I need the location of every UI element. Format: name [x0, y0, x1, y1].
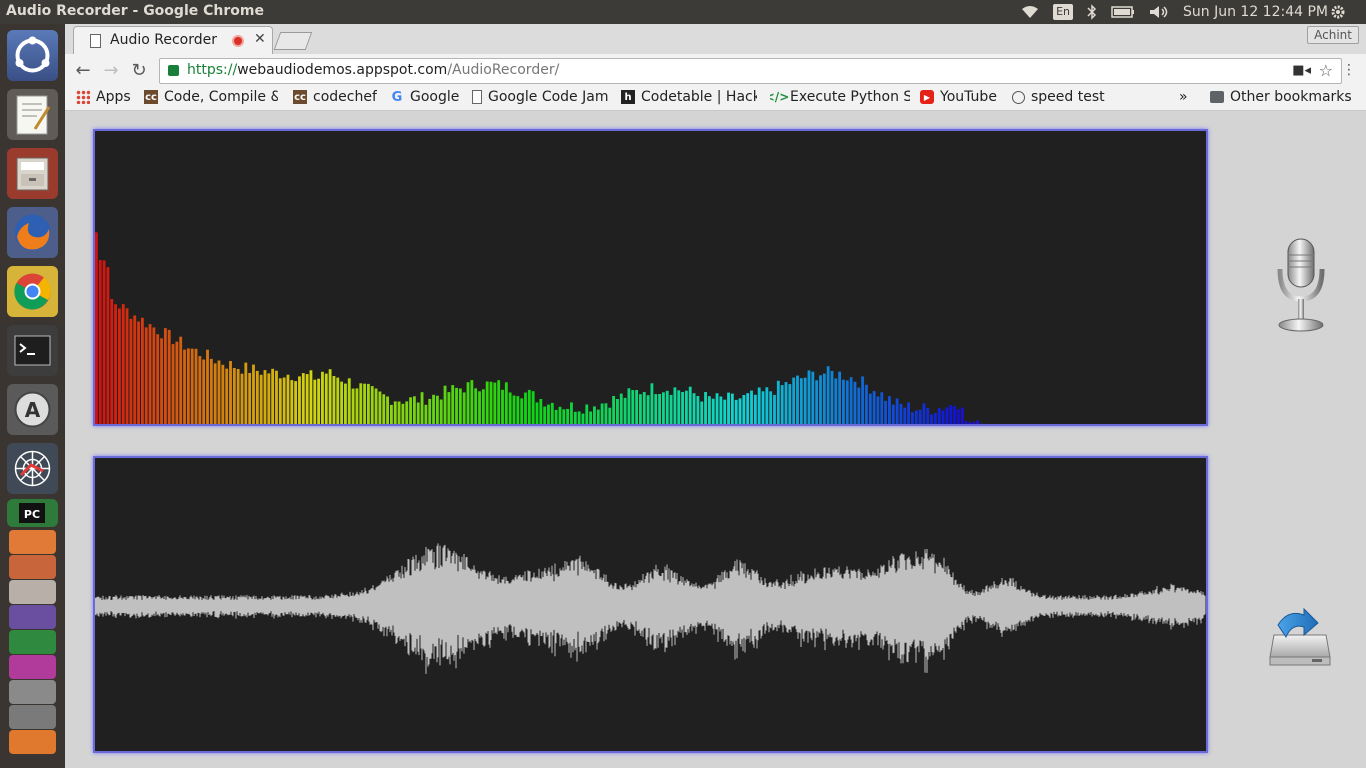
- bookmarks-overflow-button[interactable]: »: [1179, 89, 1188, 105]
- software-updater-icon[interactable]: A: [7, 384, 58, 435]
- close-tab-icon[interactable]: ✕: [254, 31, 266, 47]
- keyboard-language-indicator[interactable]: En: [1053, 4, 1073, 20]
- recording-indicator-icon: [232, 35, 244, 47]
- bookmark-speed-test[interactable]: speed test: [1012, 89, 1105, 105]
- save-download-icon: [1269, 607, 1331, 666]
- code-icon: </>: [770, 90, 790, 104]
- new-tab-button[interactable]: [273, 32, 313, 50]
- bookmark-apps[interactable]: Apps: [76, 89, 131, 105]
- files-icon[interactable]: [7, 148, 58, 199]
- bookmark-google[interactable]: G Google: [390, 89, 460, 105]
- youtube-icon: ▶: [920, 90, 934, 104]
- stacked-app-9-icon[interactable]: [9, 730, 56, 754]
- stacked-app-4-icon[interactable]: [9, 605, 56, 629]
- lock-icon[interactable]: [168, 65, 179, 76]
- menu-icon[interactable]: ⋮: [1342, 62, 1356, 78]
- stacked-app-5-icon[interactable]: [9, 630, 56, 654]
- reload-button[interactable]: ↻: [128, 60, 150, 81]
- bookmark-codetable[interactable]: h Codetable | Hacke: [621, 89, 757, 105]
- bookmark-google-code-jam[interactable]: Google Code Jam: [472, 89, 608, 105]
- bookmark-code-compile[interactable]: cc Code, Compile &: [144, 89, 278, 105]
- gear-icon[interactable]: [1330, 4, 1346, 20]
- system-top-bar: Audio Recorder - Google Chrome En Sun Ju…: [0, 0, 1366, 24]
- apps-grid-icon: [76, 90, 90, 104]
- wifi-icon[interactable]: [1021, 5, 1039, 19]
- bookmark-execute-python[interactable]: </> Execute Python S: [770, 89, 910, 105]
- bookmark-codechef[interactable]: cc codechef: [293, 89, 377, 105]
- url-text[interactable]: https://webaudiodemos.appspot.com/AudioR…: [187, 62, 559, 78]
- text-editor-icon[interactable]: [7, 89, 58, 140]
- codechef-icon: cc: [293, 90, 307, 104]
- profile-button[interactable]: Achint: [1307, 26, 1359, 44]
- star-icon[interactable]: ☆: [1319, 61, 1333, 80]
- camera-icon[interactable]: ■◂: [1292, 63, 1311, 78]
- gauge-icon: [1012, 90, 1025, 104]
- pycharm-icon[interactable]: PC: [7, 499, 58, 527]
- chrome-icon[interactable]: [7, 266, 58, 317]
- browser-window: Audio Recorder ✕ Achint ← → ↻ https://we…: [65, 24, 1366, 768]
- tab-title: Audio Recorder: [110, 32, 217, 48]
- ubuntu-dash-icon[interactable]: [7, 30, 58, 81]
- window-title: Audio Recorder - Google Chrome: [6, 3, 264, 19]
- stacked-app-8-icon[interactable]: [9, 705, 56, 729]
- page-icon: [90, 34, 101, 48]
- svg-text:PC: PC: [24, 508, 40, 521]
- frequency-spectrum-canvas: [93, 129, 1208, 426]
- spider-web-app-icon[interactable]: [7, 443, 58, 494]
- other-bookmarks-folder[interactable]: Other bookmarks: [1210, 89, 1352, 105]
- folder-icon: [1210, 91, 1224, 103]
- stacked-app-6-icon[interactable]: [9, 655, 56, 679]
- terminal-icon[interactable]: [7, 325, 58, 376]
- codetable-icon: h: [621, 90, 635, 104]
- stacked-app-1-icon[interactable]: [9, 530, 56, 554]
- page-icon: [472, 90, 482, 104]
- page-content: [65, 112, 1366, 768]
- indicator-area: En Sun Jun 12 12:44 PM: [1021, 0, 1366, 24]
- save-button[interactable]: [1268, 607, 1332, 667]
- clock[interactable]: Sun Jun 12 12:44 PM: [1183, 4, 1328, 20]
- tab-audio-recorder[interactable]: Audio Recorder ✕: [73, 26, 273, 54]
- stacked-app-3-icon[interactable]: [9, 580, 56, 604]
- tab-strip: Audio Recorder ✕ Achint: [65, 24, 1366, 54]
- google-icon: G: [391, 89, 403, 105]
- stacked-app-2-icon[interactable]: [9, 555, 56, 579]
- forward-button[interactable]: →: [100, 60, 122, 81]
- bookmarks-bar: Apps cc Code, Compile & cc codechef G Go…: [65, 87, 1366, 111]
- battery-icon[interactable]: [1111, 6, 1135, 18]
- volume-icon[interactable]: [1149, 5, 1169, 19]
- bookmark-youtube[interactable]: ▶ YouTube: [920, 89, 997, 105]
- bluetooth-icon[interactable]: [1087, 4, 1097, 20]
- address-bar[interactable]: https://webaudiodemos.appspot.com/AudioR…: [159, 58, 1342, 84]
- launcher: A PC: [0, 24, 65, 768]
- waveform-canvas[interactable]: [93, 456, 1208, 753]
- codechef-icon: cc: [144, 90, 158, 104]
- browser-toolbar: ← → ↻ https://webaudiodemos.appspot.com/…: [65, 54, 1366, 87]
- record-button[interactable]: [1270, 237, 1332, 337]
- firefox-icon[interactable]: [7, 207, 58, 258]
- microphone-icon: [1277, 238, 1325, 332]
- svg-text:A: A: [25, 398, 41, 422]
- back-button[interactable]: ←: [72, 60, 94, 81]
- stacked-app-7-icon[interactable]: [9, 680, 56, 704]
